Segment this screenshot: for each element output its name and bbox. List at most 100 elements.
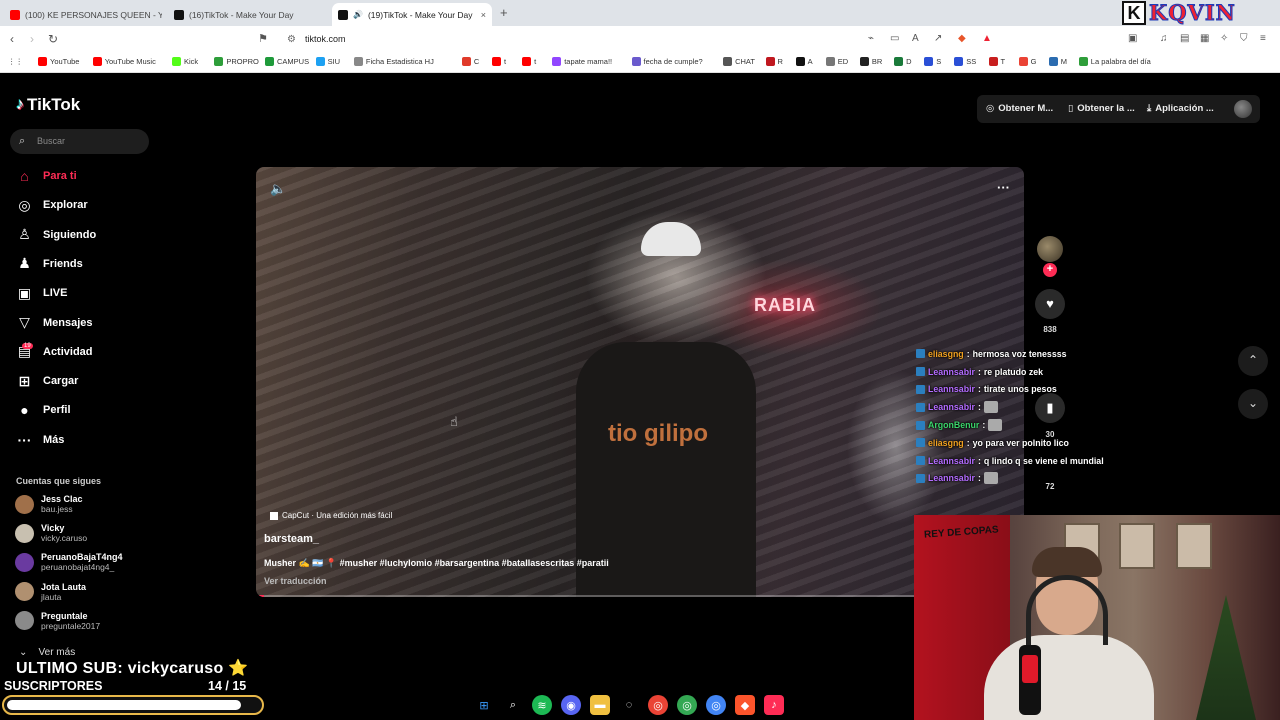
search-input[interactable]: ⌕ Buscar	[10, 129, 149, 154]
bookmark-item[interactable]: ED	[825, 57, 848, 66]
sidebar-item-para-ti[interactable]: ⌂ Para ti	[16, 166, 76, 186]
spotify-icon[interactable]: ≋	[532, 695, 552, 715]
rewards-icon[interactable]: ▲	[982, 33, 992, 44]
bookmark-item[interactable]: SIU	[315, 57, 340, 66]
bookmark-item[interactable]: C	[461, 57, 479, 66]
new-tab-button[interactable]: +	[500, 5, 508, 20]
back-icon[interactable]: ‹	[10, 32, 14, 46]
cast-icon[interactable]: ▭	[890, 33, 899, 44]
forward-icon[interactable]: ›	[30, 32, 34, 46]
next-video-button[interactable]: ⌄	[1238, 389, 1268, 419]
more-options-icon[interactable]: ···	[997, 180, 1010, 195]
avatar[interactable]	[1234, 100, 1252, 118]
sidebar-icon[interactable]: ▣	[1128, 33, 1137, 44]
bookmark-item[interactable]: YouTube Music	[92, 57, 156, 66]
bookmark-icon[interactable]: ⚑	[258, 32, 268, 45]
chrome-icon[interactable]: ◎	[677, 695, 697, 715]
tiktok-icon[interactable]: ♪	[764, 695, 784, 715]
chrome-icon[interactable]: ◎	[706, 695, 726, 715]
see-more-button[interactable]: ⌄ Ver más	[19, 647, 75, 658]
stream-chat: eliasgng : hermosa voz tenessss Leannsabi…	[916, 345, 1136, 487]
bookmark-item[interactable]: S	[924, 57, 941, 66]
share-icon[interactable]: ↗	[934, 33, 942, 44]
chat-badge-icon	[916, 349, 925, 359]
windows-start-icon[interactable]: ⊞	[474, 695, 494, 715]
bookmark-item[interactable]: SS	[954, 57, 976, 66]
avatar	[15, 582, 34, 602]
bookmark-item[interactable]: CAMPUS	[265, 57, 309, 66]
chat-separator: :	[977, 473, 981, 484]
bookmark-item[interactable]: PROPRO	[214, 57, 259, 66]
video-progress[interactable]	[256, 595, 1024, 597]
get-app-button[interactable]: ▯ Obtener la ...	[1068, 97, 1135, 119]
sidebar-item-live[interactable]: ▣ LIVE	[16, 283, 68, 303]
sidebar-item-perfil[interactable]: ● Perfil	[16, 400, 70, 420]
sidebar-item-m-s[interactable]: ··· Más	[16, 430, 65, 450]
folder-icon[interactable]: ▬	[590, 695, 610, 715]
bookmark-icon	[765, 57, 775, 66]
discord-icon[interactable]: ◉	[561, 695, 581, 715]
video-player[interactable]: RABIA tio gilipo 🔈 ··· CapCut · Una edic…	[256, 167, 1024, 597]
followed-account[interactable]: Preguntale preguntale2017	[15, 611, 100, 631]
site-info-icon[interactable]: ⚙	[287, 30, 296, 49]
bookmark-item[interactable]: YouTube	[38, 57, 79, 66]
follow-plus-icon[interactable]: +	[1043, 263, 1057, 277]
search-icon[interactable]: ⌕	[503, 695, 523, 715]
followed-account[interactable]: Jota Lauta jlauta	[15, 582, 86, 602]
followed-account[interactable]: PeruanoBajaT4ng4 peruanobajat4ng4_	[15, 552, 123, 572]
bookmark-item[interactable]: CHAT	[723, 57, 755, 66]
bookmark-item[interactable]: G	[1018, 57, 1036, 66]
sidebar-item-explorar[interactable]: ◎ Explorar	[16, 195, 87, 215]
followed-account[interactable]: Vicky vicky.caruso	[15, 523, 87, 543]
video-author[interactable]: barsteam_	[264, 533, 319, 545]
previous-video-button[interactable]: ⌃	[1238, 346, 1268, 376]
bookmark-item[interactable]: D	[894, 57, 912, 66]
chrome-icon[interactable]: ◎	[648, 695, 668, 715]
chat-text: tirate unos pesos	[983, 384, 1057, 395]
bookmark-item[interactable]: fecha de cumple?	[631, 57, 703, 66]
tab-tiktok-active[interactable]: 🔊 (19)TikTok - Make Your Day ×	[332, 3, 492, 26]
close-tab-icon[interactable]: ×	[481, 10, 486, 20]
reading-icon[interactable]: ▤	[1180, 33, 1189, 44]
tiktok-logo[interactable]: ♪ TikTok	[16, 95, 80, 115]
bookmark-item[interactable]: R	[765, 57, 783, 66]
sidebar-item-mensajes[interactable]: ▽ Mensajes	[16, 313, 92, 333]
sidebar-item-cargar[interactable]: ⊞ Cargar	[16, 371, 79, 391]
ext-icon[interactable]: ⌁	[868, 33, 874, 44]
bookmark-item[interactable]: BR	[859, 57, 882, 66]
brave-shield-icon[interactable]: ◆	[958, 33, 966, 44]
tab-tiktok-1[interactable]: (16)TikTok - Make Your Day	[168, 3, 328, 26]
pc-app-button[interactable]: ⤓ Aplicación ...	[1147, 97, 1214, 119]
bookmark-item[interactable]: M	[1048, 57, 1067, 66]
translate-icon[interactable]: A	[912, 33, 919, 44]
bookmark-item[interactable]: tapate mama!!	[552, 57, 612, 66]
wallet-icon[interactable]: ▦	[1200, 33, 1209, 44]
get-coins-button[interactable]: ◎ Obtener M...	[986, 97, 1053, 119]
sidebar-item-siguiendo[interactable]: ♙ Siguiendo	[16, 225, 96, 245]
followed-account[interactable]: Jess Clac bau.jess	[15, 494, 83, 514]
reload-icon[interactable]: ↻	[48, 32, 58, 46]
bookmark-item[interactable]: Ficha Estadistica HJ	[353, 57, 434, 66]
like-button[interactable]: ♥	[1035, 289, 1065, 319]
tab-youtube[interactable]: (100) KE PERSONAJES QUEEN - YouT	[4, 3, 162, 26]
leo-icon[interactable]: ✧	[1220, 33, 1228, 44]
sidebar-item-friends[interactable]: ♟ Friends	[16, 254, 83, 274]
apps-icon[interactable]: ⋮⋮	[8, 57, 23, 66]
bookmark-item[interactable]: La palabra del día	[1078, 57, 1151, 66]
translate-link[interactable]: Ver traducción	[264, 576, 327, 586]
bookmark-item[interactable]: T	[988, 57, 1005, 66]
volume-icon[interactable]: 🔈	[270, 181, 286, 197]
vpn-icon[interactable]: ⛉	[1240, 33, 1248, 44]
bookmark-item[interactable]: Kick	[172, 57, 198, 66]
bookmark-item[interactable]: t	[522, 57, 536, 66]
creator-avatar[interactable]	[1037, 236, 1063, 262]
bookmark-item[interactable]: t	[492, 57, 506, 66]
bookmark-item[interactable]: A	[795, 57, 813, 66]
capcut-tag[interactable]: CapCut · Una edición más fácil	[270, 511, 392, 520]
brave-icon[interactable]: ◆	[735, 695, 755, 715]
followed-names: Preguntale preguntale2017	[41, 611, 100, 631]
video-caption: Musher ✍️ 🇦🇷 📍 #musher #luchylomio #bars…	[264, 558, 609, 568]
menu-icon[interactable]: ≡	[1260, 33, 1266, 44]
obs-icon[interactable]: ◌	[619, 695, 639, 715]
music-icon[interactable]: ♫	[1160, 33, 1168, 44]
